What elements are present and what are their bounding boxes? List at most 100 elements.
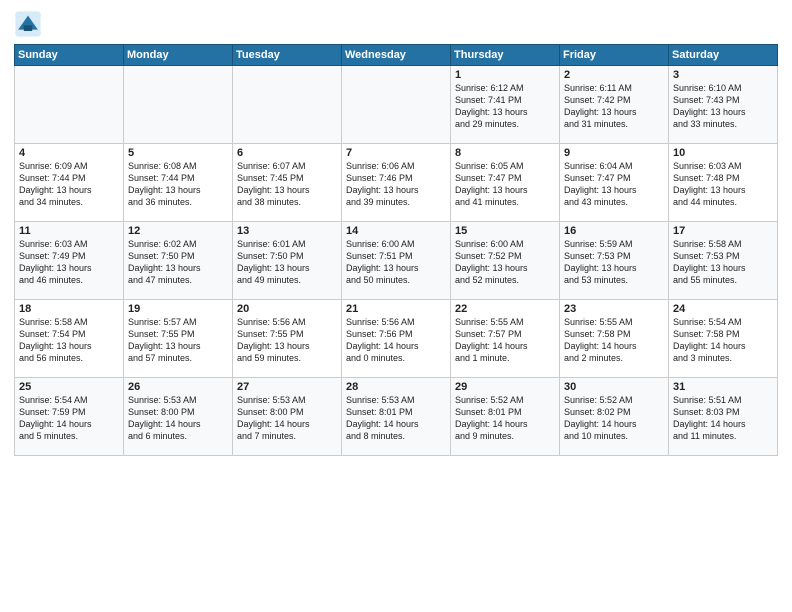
day-header-monday: Monday [124,45,233,66]
cell-content: Sunrise: 5:52 AM Sunset: 8:02 PM Dayligh… [564,394,664,443]
week-row-2: 4Sunrise: 6:09 AM Sunset: 7:44 PM Daylig… [15,144,778,222]
cell-content: Sunrise: 6:05 AM Sunset: 7:47 PM Dayligh… [455,160,555,209]
day-number: 22 [455,303,555,315]
calendar-cell: 5Sunrise: 6:08 AM Sunset: 7:44 PM Daylig… [124,144,233,222]
cell-content: Sunrise: 6:00 AM Sunset: 7:52 PM Dayligh… [455,238,555,287]
cell-content: Sunrise: 5:54 AM Sunset: 7:58 PM Dayligh… [673,316,773,365]
cell-content: Sunrise: 5:55 AM Sunset: 7:58 PM Dayligh… [564,316,664,365]
day-number: 19 [128,303,228,315]
day-number: 11 [19,225,119,237]
day-number: 25 [19,381,119,393]
calendar-cell [342,66,451,144]
cell-content: Sunrise: 5:53 AM Sunset: 8:01 PM Dayligh… [346,394,446,443]
day-number: 26 [128,381,228,393]
cell-content: Sunrise: 6:01 AM Sunset: 7:50 PM Dayligh… [237,238,337,287]
calendar-cell: 26Sunrise: 5:53 AM Sunset: 8:00 PM Dayli… [124,378,233,456]
calendar-cell: 6Sunrise: 6:07 AM Sunset: 7:45 PM Daylig… [233,144,342,222]
cell-content: Sunrise: 6:10 AM Sunset: 7:43 PM Dayligh… [673,82,773,131]
cell-content: Sunrise: 6:12 AM Sunset: 7:41 PM Dayligh… [455,82,555,131]
day-number: 5 [128,147,228,159]
cell-content: Sunrise: 6:02 AM Sunset: 7:50 PM Dayligh… [128,238,228,287]
day-number: 6 [237,147,337,159]
day-number: 3 [673,69,773,81]
day-header-wednesday: Wednesday [342,45,451,66]
cell-content: Sunrise: 5:51 AM Sunset: 8:03 PM Dayligh… [673,394,773,443]
cell-content: Sunrise: 6:03 AM Sunset: 7:48 PM Dayligh… [673,160,773,209]
day-number: 9 [564,147,664,159]
calendar-cell: 15Sunrise: 6:00 AM Sunset: 7:52 PM Dayli… [451,222,560,300]
calendar-cell: 27Sunrise: 5:53 AM Sunset: 8:00 PM Dayli… [233,378,342,456]
week-row-5: 25Sunrise: 5:54 AM Sunset: 7:59 PM Dayli… [15,378,778,456]
calendar-cell [15,66,124,144]
cell-content: Sunrise: 5:53 AM Sunset: 8:00 PM Dayligh… [237,394,337,443]
day-number: 8 [455,147,555,159]
day-header-friday: Friday [560,45,669,66]
calendar-cell: 9Sunrise: 6:04 AM Sunset: 7:47 PM Daylig… [560,144,669,222]
calendar-cell: 14Sunrise: 6:00 AM Sunset: 7:51 PM Dayli… [342,222,451,300]
calendar-cell: 8Sunrise: 6:05 AM Sunset: 7:47 PM Daylig… [451,144,560,222]
week-row-3: 11Sunrise: 6:03 AM Sunset: 7:49 PM Dayli… [15,222,778,300]
week-row-1: 1Sunrise: 6:12 AM Sunset: 7:41 PM Daylig… [15,66,778,144]
calendar-cell: 12Sunrise: 6:02 AM Sunset: 7:50 PM Dayli… [124,222,233,300]
cell-content: Sunrise: 5:55 AM Sunset: 7:57 PM Dayligh… [455,316,555,365]
calendar-cell: 19Sunrise: 5:57 AM Sunset: 7:55 PM Dayli… [124,300,233,378]
day-number: 17 [673,225,773,237]
calendar-cell: 13Sunrise: 6:01 AM Sunset: 7:50 PM Dayli… [233,222,342,300]
day-number: 20 [237,303,337,315]
cell-content: Sunrise: 6:03 AM Sunset: 7:49 PM Dayligh… [19,238,119,287]
calendar-cell: 30Sunrise: 5:52 AM Sunset: 8:02 PM Dayli… [560,378,669,456]
calendar-cell: 25Sunrise: 5:54 AM Sunset: 7:59 PM Dayli… [15,378,124,456]
calendar-cell: 24Sunrise: 5:54 AM Sunset: 7:58 PM Dayli… [669,300,778,378]
cell-content: Sunrise: 6:08 AM Sunset: 7:44 PM Dayligh… [128,160,228,209]
calendar-cell [233,66,342,144]
calendar-cell [124,66,233,144]
cell-content: Sunrise: 6:07 AM Sunset: 7:45 PM Dayligh… [237,160,337,209]
day-number: 1 [455,69,555,81]
logo [14,10,44,38]
calendar-cell: 10Sunrise: 6:03 AM Sunset: 7:48 PM Dayli… [669,144,778,222]
day-number: 13 [237,225,337,237]
day-number: 2 [564,69,664,81]
logo-icon [14,10,42,38]
cell-content: Sunrise: 5:59 AM Sunset: 7:53 PM Dayligh… [564,238,664,287]
cell-content: Sunrise: 6:06 AM Sunset: 7:46 PM Dayligh… [346,160,446,209]
calendar-cell: 16Sunrise: 5:59 AM Sunset: 7:53 PM Dayli… [560,222,669,300]
cell-content: Sunrise: 5:54 AM Sunset: 7:59 PM Dayligh… [19,394,119,443]
calendar-cell: 20Sunrise: 5:56 AM Sunset: 7:55 PM Dayli… [233,300,342,378]
day-number: 28 [346,381,446,393]
calendar-container: SundayMondayTuesdayWednesdayThursdayFrid… [0,0,792,612]
day-number: 18 [19,303,119,315]
cell-content: Sunrise: 5:56 AM Sunset: 7:55 PM Dayligh… [237,316,337,365]
cell-content: Sunrise: 6:09 AM Sunset: 7:44 PM Dayligh… [19,160,119,209]
days-header-row: SundayMondayTuesdayWednesdayThursdayFrid… [15,45,778,66]
day-number: 27 [237,381,337,393]
cell-content: Sunrise: 6:04 AM Sunset: 7:47 PM Dayligh… [564,160,664,209]
day-number: 7 [346,147,446,159]
header [14,10,778,38]
calendar-cell: 28Sunrise: 5:53 AM Sunset: 8:01 PM Dayli… [342,378,451,456]
day-number: 15 [455,225,555,237]
cell-content: Sunrise: 6:00 AM Sunset: 7:51 PM Dayligh… [346,238,446,287]
day-number: 14 [346,225,446,237]
cell-content: Sunrise: 5:58 AM Sunset: 7:53 PM Dayligh… [673,238,773,287]
day-header-sunday: Sunday [15,45,124,66]
calendar-table: SundayMondayTuesdayWednesdayThursdayFrid… [14,44,778,456]
day-number: 23 [564,303,664,315]
week-row-4: 18Sunrise: 5:58 AM Sunset: 7:54 PM Dayli… [15,300,778,378]
calendar-cell: 22Sunrise: 5:55 AM Sunset: 7:57 PM Dayli… [451,300,560,378]
cell-content: Sunrise: 5:52 AM Sunset: 8:01 PM Dayligh… [455,394,555,443]
calendar-cell: 3Sunrise: 6:10 AM Sunset: 7:43 PM Daylig… [669,66,778,144]
day-number: 24 [673,303,773,315]
day-number: 21 [346,303,446,315]
calendar-cell: 1Sunrise: 6:12 AM Sunset: 7:41 PM Daylig… [451,66,560,144]
day-number: 30 [564,381,664,393]
day-header-thursday: Thursday [451,45,560,66]
day-number: 4 [19,147,119,159]
calendar-cell: 4Sunrise: 6:09 AM Sunset: 7:44 PM Daylig… [15,144,124,222]
day-number: 29 [455,381,555,393]
calendar-cell: 31Sunrise: 5:51 AM Sunset: 8:03 PM Dayli… [669,378,778,456]
calendar-cell: 23Sunrise: 5:55 AM Sunset: 7:58 PM Dayli… [560,300,669,378]
calendar-cell: 11Sunrise: 6:03 AM Sunset: 7:49 PM Dayli… [15,222,124,300]
day-number: 16 [564,225,664,237]
cell-content: Sunrise: 5:57 AM Sunset: 7:55 PM Dayligh… [128,316,228,365]
